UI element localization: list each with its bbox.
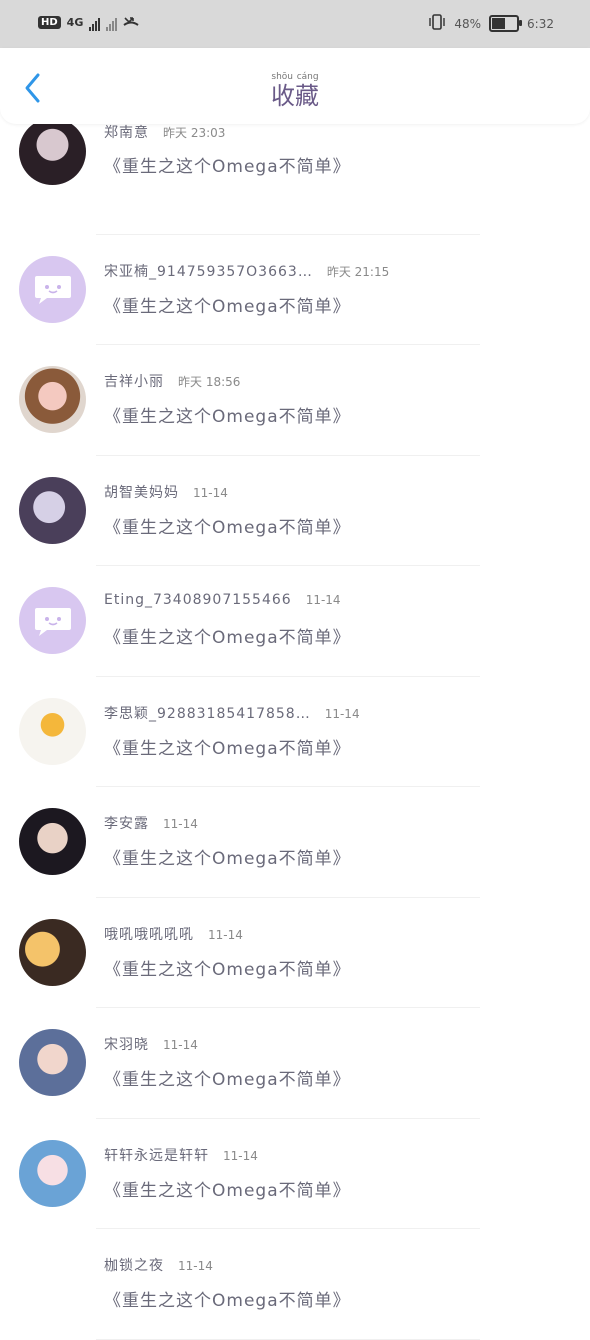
avatar[interactable] (19, 476, 86, 544)
item-name: 枷锁之夜 (104, 1258, 164, 1274)
signal-icon (89, 15, 101, 31)
item-header: 胡智美妈妈 11-14 (104, 482, 228, 502)
item-header: 吉祥小丽 昨天 18:56 (104, 371, 240, 391)
item-content: 《重生之这个Omega不简单》 (104, 628, 351, 648)
item-name: 宋羽晓 (104, 1037, 149, 1053)
item-time: 11-14 (208, 927, 243, 942)
item-name: 吉祥小丽 (104, 374, 164, 390)
status-right: 48% 6:32 (428, 14, 554, 33)
item-name: 宋亚楠_914759357O3663… (104, 263, 313, 280)
item-time: 11-14 (163, 817, 198, 831)
no-signal-icon (106, 15, 118, 31)
item-time: 11-14 (223, 1148, 258, 1163)
list-item[interactable]: 吉祥小丽 昨天 18:56 《重生之这个Omega不简单》 (0, 345, 590, 456)
list-item[interactable]: 宋亚楠_914759357O3663… 昨天 21:15 《重生之这个Omega不简… (0, 235, 590, 345)
item-name: 郑南意 (104, 125, 149, 141)
item-header: 哦吼哦吼吼吼 11-14 (104, 924, 243, 944)
item-content: 《重生之这个Omega不简单》 (104, 1180, 351, 1201)
item-header: Eting_73408907155466 11-14 (104, 592, 341, 608)
item-content: 《重生之这个Omega不简单》 (104, 738, 351, 759)
item-header: 李安露 11-14 (104, 813, 198, 833)
avatar[interactable] (19, 118, 86, 185)
item-content: 《重生之这个Omega不简单》 (104, 407, 351, 427)
item-time: 11-14 (193, 485, 228, 500)
item-content: 《重生之这个Omega不简单》 (104, 1070, 351, 1090)
avatar[interactable] (19, 1250, 86, 1317)
item-time: 昨天 23:03 (163, 126, 226, 140)
chat-bubble-icon (34, 276, 71, 304)
item-name: 轩轩永远是轩轩 (104, 1147, 209, 1164)
item-header: 轩轩永远是轩轩 11-14 (104, 1145, 258, 1165)
item-name: 胡智美妈妈 (104, 484, 179, 501)
network-type: 4G (66, 16, 84, 29)
status-bar: HD 4G 48% 6:32 (0, 0, 590, 48)
missed-call-icon (123, 14, 139, 31)
item-time: 11-14 (305, 593, 341, 607)
item-time: 11-14 (178, 1259, 213, 1273)
avatar[interactable] (19, 808, 86, 875)
item-name: 哦吼哦吼吼吼 (104, 926, 194, 943)
list-item[interactable]: 枷锁之夜 11-14 《重生之这个Omega不简单》 (0, 1229, 590, 1340)
item-name: Eting_73408907155466 (104, 592, 292, 608)
item-content: 《重生之这个Omega不简单》 (104, 959, 351, 980)
list-item[interactable]: 宋羽晓 11-14 《重生之这个Omega不简单》 (0, 1008, 590, 1119)
avatar[interactable] (19, 587, 86, 654)
item-name: 李安露 (104, 816, 149, 832)
item-content: 《重生之这个Omega不简单》 (104, 157, 351, 177)
item-header: 宋亚楠_914759357O3663… 昨天 21:15 (104, 261, 389, 281)
item-header: 宋羽晓 11-14 (104, 1034, 198, 1054)
item-content: 《重生之这个Omega不简单》 (104, 1291, 351, 1311)
clock: 6:32 (527, 16, 554, 31)
header: 收藏shōu cáng (0, 48, 590, 124)
battery-percent: 48% (454, 16, 482, 31)
hd-icon: HD (38, 16, 61, 29)
avatar[interactable] (19, 697, 86, 765)
page-title-text: 收藏 (271, 82, 319, 110)
item-time: 昨天 21:15 (326, 264, 390, 279)
list-item[interactable]: 胡智美妈妈 11-14 《重生之这个Omega不简单》 (0, 456, 590, 566)
item-time: 昨天 18:56 (178, 375, 241, 389)
item-header: 枷锁之夜 11-14 (104, 1255, 213, 1275)
item-name: 李思颖_92883185417858… (104, 705, 311, 722)
item-header: 李思颖_92883185417858… 11-14 (104, 703, 360, 723)
list-item[interactable]: 郑南意 昨天 23:03 《重生之这个Omega不简单》 (0, 118, 590, 235)
page-title: 收藏shōu cáng (0, 72, 590, 111)
battery-icon (489, 15, 523, 32)
status-left: HD 4G (38, 14, 139, 31)
divider (96, 1338, 480, 1340)
avatar[interactable] (19, 918, 86, 986)
list-item[interactable]: 李思颖_92883185417858… 11-14 《重生之这个Omega不简单》 (0, 677, 590, 787)
item-time: 11-14 (163, 1038, 198, 1052)
page-title-pinyin: shōu cáng (271, 72, 319, 82)
item-content: 《重生之这个Omega不简单》 (104, 296, 351, 317)
item-time: 11-14 (324, 706, 360, 721)
avatar[interactable] (19, 255, 86, 323)
item-header: 郑南意 昨天 23:03 (104, 122, 225, 142)
avatar[interactable] (19, 366, 86, 433)
vibrate-icon (428, 14, 446, 33)
favorites-list: 郑南意 昨天 23:03 《重生之这个Omega不简单》 宋亚楠_914759357O… (0, 118, 590, 1340)
item-content: 《重生之这个Omega不简单》 (104, 517, 351, 538)
item-content: 《重生之这个Omega不简单》 (104, 849, 351, 869)
avatar[interactable] (19, 1139, 86, 1207)
chat-bubble-icon (34, 607, 71, 636)
list-item[interactable]: 轩轩永远是轩轩 11-14 《重生之这个Omega不简单》 (0, 1119, 590, 1229)
list-item[interactable]: Eting_73408907155466 11-14 《重生之这个Omega不简单》 (0, 566, 590, 677)
list-item[interactable]: 李安露 11-14 《重生之这个Omega不简单》 (0, 787, 590, 898)
avatar[interactable] (19, 1029, 86, 1096)
list-item[interactable]: 哦吼哦吼吼吼 11-14 《重生之这个Omega不简单》 (0, 898, 590, 1008)
